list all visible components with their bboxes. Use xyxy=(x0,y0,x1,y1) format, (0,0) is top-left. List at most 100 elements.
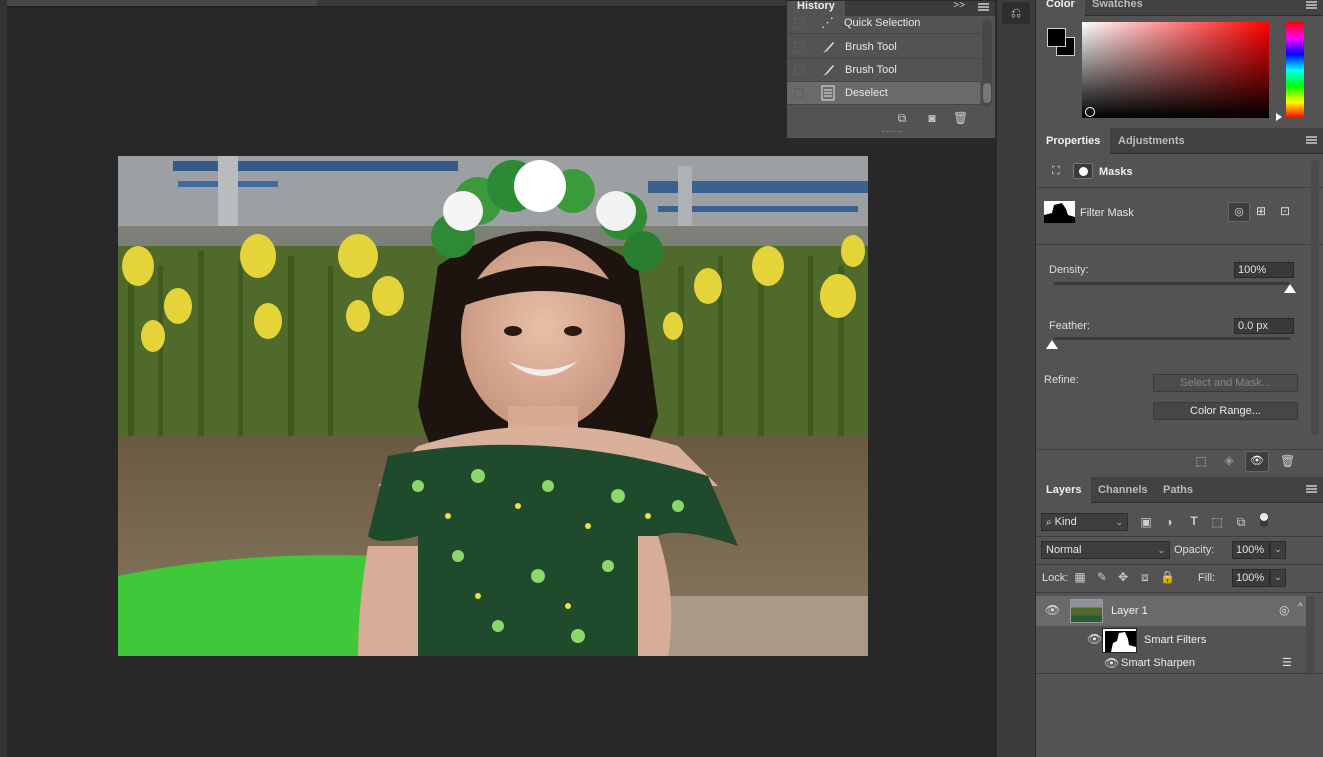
brush-icon xyxy=(823,65,834,76)
load-selection-icon[interactable]: ◎ xyxy=(1228,202,1250,222)
hue-slider-marker[interactable] xyxy=(1276,113,1282,121)
tab-layers[interactable]: Layers xyxy=(1036,477,1092,503)
history-snapshot-checkbox[interactable] xyxy=(794,42,804,52)
history-item-selected[interactable]: Deselect xyxy=(787,82,980,105)
mask-icon[interactable] xyxy=(1073,163,1093,179)
filter-mask-label: Filter Mask xyxy=(1080,207,1134,219)
properties-scrollbar[interactable] xyxy=(1311,160,1319,435)
feather-field[interactable]: 0.0 px xyxy=(1234,318,1294,334)
select-and-mask-button[interactable]: Select and Mask... xyxy=(1153,374,1298,392)
history-footer: ⧉ ◙ 🗑 xyxy=(787,109,995,129)
history-item[interactable]: Brush Tool xyxy=(787,36,980,59)
visibility-eye-icon[interactable]: 👁 xyxy=(1087,632,1102,646)
filter-options-icon[interactable]: ☰ xyxy=(1282,656,1292,669)
pixel-layer-filter-icon[interactable]: ▣ xyxy=(1139,515,1153,529)
shape-layer-filter-icon[interactable]: ⬚ xyxy=(1210,515,1224,529)
history-snapshot-checkbox[interactable] xyxy=(794,88,804,98)
tab-adjustments[interactable]: Adjustments xyxy=(1108,128,1195,154)
camera-icon[interactable]: ◙ xyxy=(925,111,939,125)
add-mask-icon[interactable]: ⊡ xyxy=(1280,204,1290,218)
feather-label: Feather: xyxy=(1049,320,1090,332)
properties-panel-menu-icon[interactable] xyxy=(1306,136,1317,144)
layer-filter-kind-select[interactable]: ⌕ Kind ⌄ xyxy=(1041,513,1128,531)
visibility-eye-icon[interactable]: 👁 xyxy=(1045,603,1060,617)
layer-row-smart-filters[interactable]: 👁 Smart Filters xyxy=(1036,626,1306,654)
layers-tabbar: Layers Channels Paths xyxy=(1036,477,1323,503)
foreground-color-swatch[interactable] xyxy=(1047,28,1066,47)
opacity-dropdown-button[interactable]: ⌄ xyxy=(1270,541,1286,559)
lock-position-icon[interactable]: ✥ xyxy=(1116,570,1130,584)
properties-footer: ⬚ ◈ 👁 🗑 xyxy=(1036,449,1323,473)
layer-row-layer1[interactable]: 👁 Layer 1 ◎ ^ xyxy=(1036,596,1306,626)
right-panel-dock: Color Swatches Properties Adjustments ⛶ … xyxy=(1036,0,1323,757)
history-scrollbar-thumb[interactable] xyxy=(983,83,991,103)
masks-title: Masks xyxy=(1099,166,1133,178)
smart-sharpen-label: Smart Sharpen xyxy=(1121,657,1195,669)
density-slider-thumb[interactable] xyxy=(1284,284,1296,293)
feather-slider[interactable] xyxy=(1054,337,1290,340)
adjustment-layer-filter-icon[interactable]: ◑ xyxy=(1162,515,1176,529)
feather-slider-thumb[interactable] xyxy=(1046,340,1058,349)
properties-tabbar: Properties Adjustments xyxy=(1036,128,1323,154)
density-slider[interactable] xyxy=(1054,282,1290,285)
layers-scrollbar[interactable] xyxy=(1306,596,1314,673)
opacity-field[interactable]: 100% xyxy=(1232,541,1270,559)
color-picker-marker xyxy=(1085,107,1095,117)
smart-object-icon: ◎ xyxy=(1279,603,1290,617)
tab-swatches[interactable]: Swatches xyxy=(1082,0,1153,16)
apply-mask-diamond-icon[interactable]: ◈ xyxy=(1222,453,1236,467)
blend-mode-select[interactable]: Normal ⌄ xyxy=(1041,541,1170,559)
mask-to-selection-icon[interactable]: ⬚ xyxy=(1194,454,1208,468)
collapsed-panel-strip: ⎌ xyxy=(996,0,1036,757)
history-item[interactable]: ⋰ Quick Selection xyxy=(787,13,980,34)
history-item[interactable]: Brush Tool xyxy=(787,59,980,82)
filter-mask-thumbnail[interactable] xyxy=(1044,201,1075,223)
lock-image-pixels-icon[interactable]: ✎ xyxy=(1095,570,1109,584)
lock-label: Lock: xyxy=(1042,572,1069,584)
tools-edge xyxy=(0,0,7,757)
history-panel-icon[interactable]: ⎌ xyxy=(1002,2,1030,24)
lock-artboard-icon[interactable]: ⧈ xyxy=(1138,570,1152,585)
filter-kind-label: Kind xyxy=(1054,516,1077,528)
tab-channels[interactable]: Channels xyxy=(1088,477,1158,503)
opacity-label: Opacity: xyxy=(1174,544,1215,556)
apply-mask-icon[interactable]: ⊞ xyxy=(1256,204,1266,218)
history-snapshot-checkbox[interactable] xyxy=(794,65,804,75)
tab-color[interactable]: Color xyxy=(1036,0,1085,16)
new-document-from-state-icon[interactable]: ⧉ xyxy=(895,111,909,126)
history-menu-icon[interactable] xyxy=(978,3,989,11)
refine-label: Refine: xyxy=(1044,374,1079,386)
masks-section-header: ⛶ Masks xyxy=(1036,155,1323,188)
chevron-down-icon: ⌄ xyxy=(1115,517,1123,527)
panel-resize-handle[interactable] xyxy=(882,131,902,134)
type-layer-filter-icon[interactable]: T xyxy=(1187,514,1201,528)
smart-filters-label: Smart Filters xyxy=(1144,634,1207,646)
search-icon: ⌕ xyxy=(1046,517,1052,528)
layer-row-smart-sharpen[interactable]: 👁 Smart Sharpen ☰ xyxy=(1036,654,1306,672)
smart-object-filter-icon[interactable]: ⧉ xyxy=(1234,515,1248,530)
color-range-button[interactable]: Color Range... xyxy=(1153,402,1298,420)
density-field[interactable]: 100% xyxy=(1234,262,1294,278)
lock-all-icon[interactable]: 🔒 xyxy=(1160,570,1175,584)
collapse-arrow-icon[interactable]: ^ xyxy=(1298,602,1303,613)
history-snapshot-checkbox[interactable] xyxy=(794,18,804,28)
trash-icon[interactable]: 🗑 xyxy=(953,111,968,125)
color-field[interactable] xyxy=(1082,22,1269,118)
expand-panels-icon[interactable]: >> xyxy=(953,1,965,11)
color-panel-menu-icon[interactable] xyxy=(1306,1,1317,9)
smart-filter-mask-thumbnail[interactable] xyxy=(1102,628,1137,653)
filter-toggle-icon[interactable] xyxy=(1260,513,1268,527)
tab-properties[interactable]: Properties xyxy=(1036,128,1111,154)
toggle-mask-visibility-icon[interactable]: 👁 xyxy=(1245,451,1269,472)
fill-dropdown-button[interactable]: ⌄ xyxy=(1270,569,1286,587)
fill-field[interactable]: 100% xyxy=(1232,569,1270,587)
layers-panel-menu-icon[interactable] xyxy=(1306,485,1317,493)
pixel-mask-icon[interactable]: ⛶ xyxy=(1052,165,1060,178)
delete-mask-icon[interactable]: 🗑 xyxy=(1280,454,1295,468)
color-tabbar: Color Swatches xyxy=(1036,0,1323,16)
visibility-eye-icon[interactable]: 👁 xyxy=(1104,656,1119,670)
tab-paths[interactable]: Paths xyxy=(1153,477,1203,503)
document-image[interactable] xyxy=(118,156,868,656)
lock-transparent-pixels-icon[interactable]: ▦ xyxy=(1073,570,1087,584)
hue-slider[interactable] xyxy=(1286,22,1304,118)
